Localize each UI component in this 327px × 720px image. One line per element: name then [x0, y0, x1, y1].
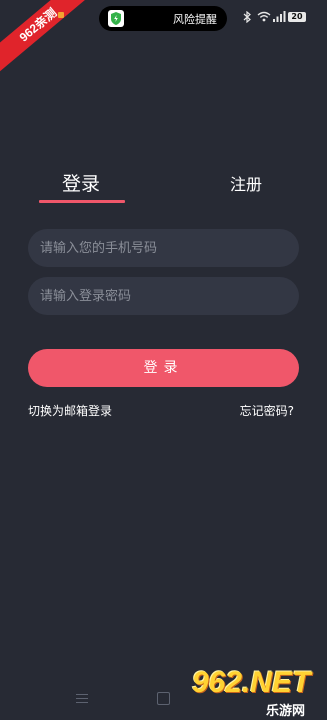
corner-ribbon: 962亲测 — [0, 0, 92, 72]
wifi-icon — [257, 11, 271, 22]
active-tab-indicator — [39, 200, 125, 203]
watermark-main: 962.NET — [192, 666, 311, 699]
signal-icon — [273, 11, 286, 22]
tab-login[interactable]: 登录 — [62, 169, 100, 196]
tab-register[interactable]: 注册 — [230, 171, 262, 195]
status-bar: 962亲测 风险提醒 20 — [0, 0, 327, 72]
risk-label: 风险提醒 — [173, 13, 217, 26]
phone-input[interactable] — [28, 229, 299, 267]
phone-field[interactable] — [28, 229, 299, 267]
bluetooth-icon — [243, 11, 251, 23]
password-field[interactable] — [28, 277, 299, 315]
watermark-logo: 962.NET 乐游网 — [186, 664, 327, 720]
notification-dot — [58, 12, 64, 18]
watermark-sub: 乐游网 — [266, 704, 306, 719]
risk-alert-pill[interactable]: 风险提醒 — [99, 6, 227, 31]
home-icon[interactable] — [157, 692, 170, 705]
shield-icon — [108, 10, 124, 27]
login-button[interactable]: 登录 — [28, 349, 299, 387]
forgot-password-link[interactable]: 忘记密码? — [240, 402, 294, 419]
battery-indicator: 20 — [288, 12, 306, 22]
password-input[interactable] — [28, 277, 299, 315]
menu-icon[interactable] — [76, 693, 88, 704]
switch-email-link[interactable]: 切换为邮箱登录 — [28, 402, 112, 419]
